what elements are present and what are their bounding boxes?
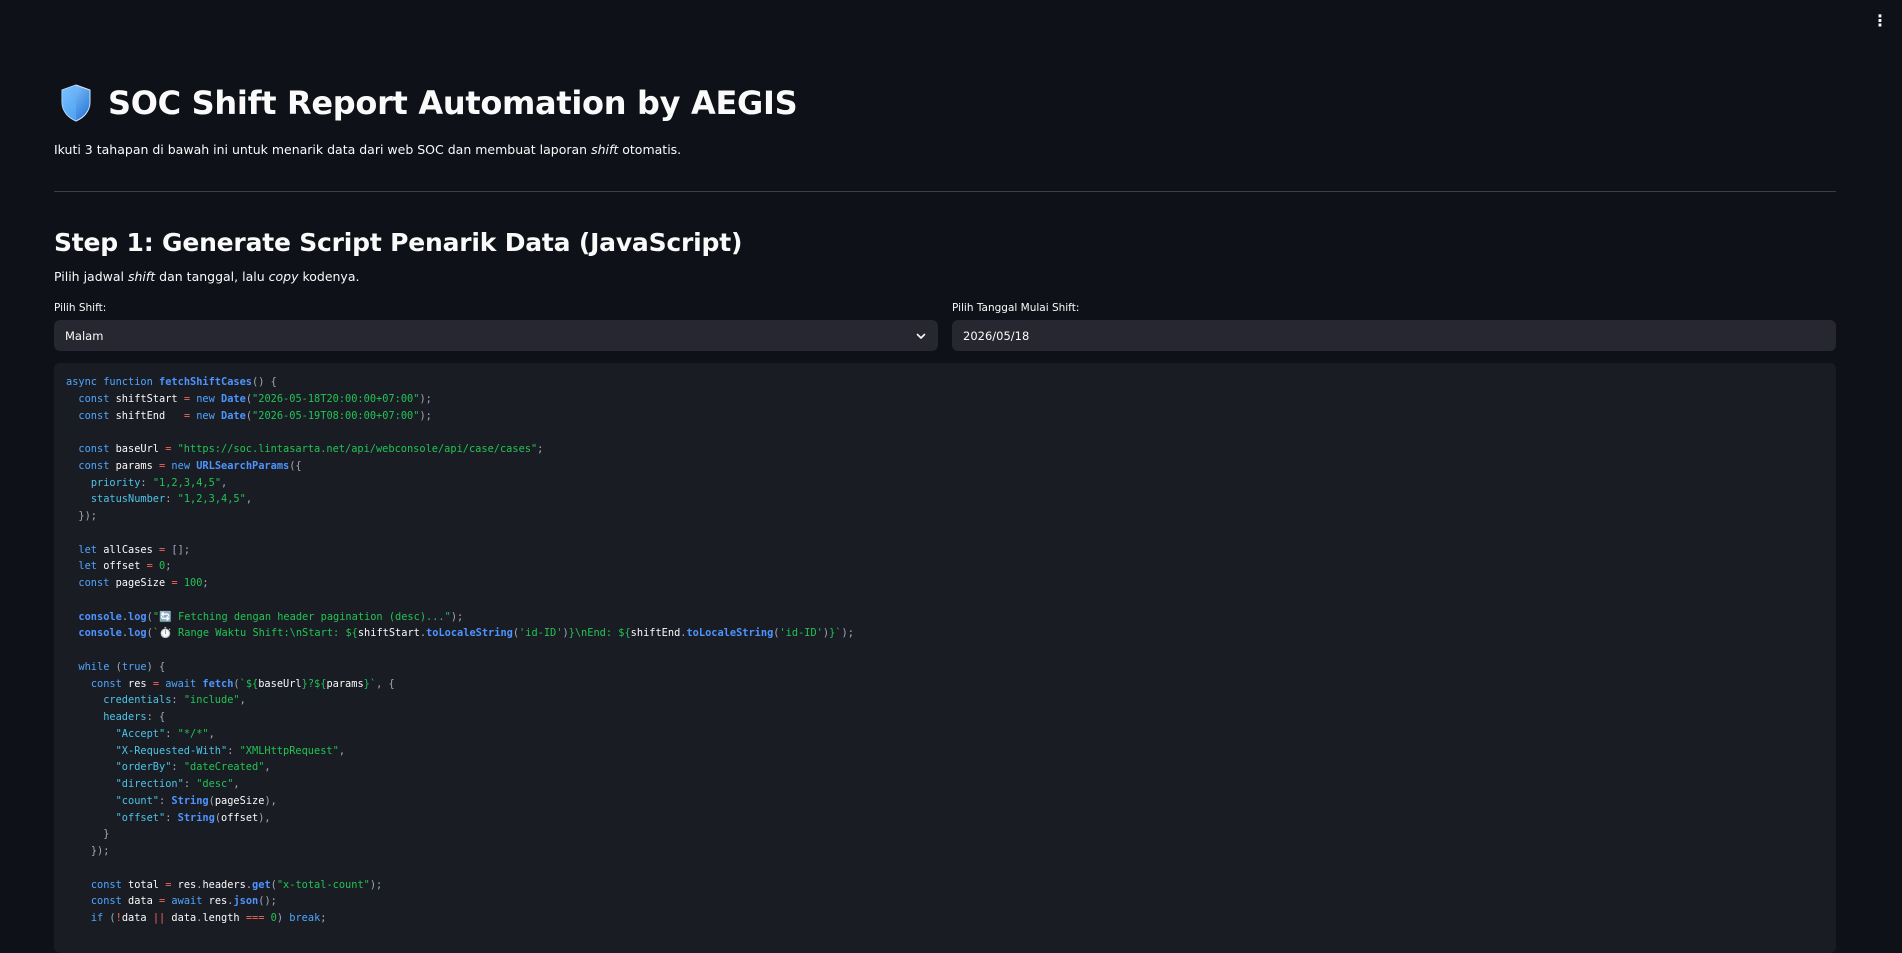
desc-text-end: kodenya. [298,269,360,284]
code-log-fetching: "🔄 Fetching dengan header pagination (de… [152,610,451,623]
subtitle-emphasis: shift [591,142,619,157]
header: SOC Shift Report Automation by AEGIS [54,80,1836,126]
code-order-by: "dateCreated" [183,761,265,774]
code-shift-end: "2026-05-19T08:00:00+07:00" [252,409,420,422]
code-log-range: ⏱️ Range Waktu Shift:\nStart: [159,627,346,640]
code-credentials: "include" [183,694,240,707]
desc-text: Pilih jadwal [54,269,128,284]
kebab-menu-icon: ⋮ [1872,10,1888,30]
code-page-size: 100 [183,577,203,589]
step1-fields: Pilih Shift: Malam Pilih Tanggal Mulai S… [54,302,1836,351]
shift-select-value: Malam [65,328,104,343]
page-subtitle: Ikuti 3 tahapan di bawah ini untuk menar… [54,142,1836,157]
desc-text-mid: dan tanggal, lalu [155,269,269,284]
code-accept: "*/*" [177,727,209,740]
date-input[interactable]: 2026/05/18 [952,320,1836,351]
main-content: SOC Shift Report Automation by AEGIS Iku… [54,80,1836,953]
step1-description: Pilih jadwal shift dan tanggal, lalu cop… [54,269,1836,284]
code-base-url: "https://soc.lintasarta.net/api/webconso… [177,443,538,455]
shift-field: Pilih Shift: Malam [54,302,938,351]
code-locale-1: 'id-ID' [519,627,563,640]
code-total-header: "x-total-count" [276,878,370,891]
desc-emphasis-copy: copy [268,269,299,284]
date-field: Pilih Tanggal Mulai Shift: 2026/05/18 [952,302,1836,351]
desc-emphasis-shift: shift [127,269,156,284]
code-block[interactable]: async function fetchShiftCases() { const… [54,363,1836,953]
code-priority: "1,2,3,4,5" [152,476,222,489]
divider [54,191,1836,192]
code-direction: "desc" [196,778,234,790]
subtitle-text-end: otomatis. [618,142,682,157]
shield-icon [61,84,91,122]
code-locale-2: 'id-ID' [779,627,823,640]
code-status-number: "1,2,3,4,5" [177,493,246,506]
shift-label: Pilih Shift: [54,302,107,314]
shift-select[interactable]: Malam [54,320,938,351]
date-label: Pilih Tanggal Mulai Shift: [952,302,1080,314]
code-shift-start: "2026-05-18T20:00:00+07:00" [252,392,420,405]
chevron-down-icon [916,333,926,339]
code-xrw: "XMLHttpRequest" [239,744,339,757]
date-input-value: 2026/05/18 [963,328,1030,343]
subtitle-text: Ikuti 3 tahapan di bawah ini untuk menar… [54,142,592,157]
main-menu-button[interactable]: ⋮ [1870,10,1890,30]
page-title: SOC Shift Report Automation by AEGIS [108,84,798,122]
code-log-range-end: }\nEnd: [568,627,619,640]
code-content: async function fetchShiftCases() { const… [66,376,854,924]
step1-title: Step 1: Generate Script Penarik Data (Ja… [54,228,743,257]
